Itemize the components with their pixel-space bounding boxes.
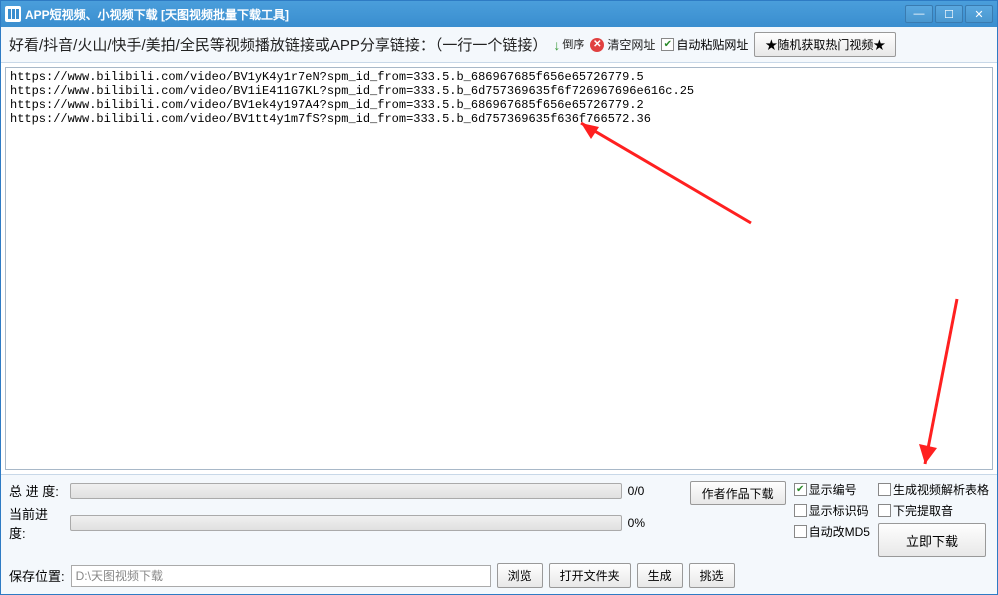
sort-label: 倒序 [562, 40, 584, 50]
gen-parse-table-checkbox[interactable]: 生成视频解析表格 [878, 481, 989, 498]
show-number-checkbox[interactable]: 显示编号 [794, 481, 870, 498]
close-button[interactable]: ✕ [965, 5, 993, 23]
clear-urls-button[interactable]: ✕ 清空网址 [590, 36, 655, 53]
url-textarea[interactable] [5, 67, 993, 470]
titlebar: APP短视频、小视频下载 [天图视频批量下载工具] — ☐ ✕ [1, 1, 997, 27]
checkbox-icon [794, 525, 807, 538]
autopaste-label: 自动粘贴网址 [676, 36, 748, 53]
sort-arrow-icon: ↓ [553, 37, 560, 53]
url-area [1, 63, 997, 474]
download-now-button[interactable]: 立即下载 [878, 523, 986, 557]
savepath-input[interactable] [71, 565, 491, 587]
clear-label: 清空网址 [607, 36, 655, 53]
no-extract-audio-checkbox[interactable]: 下完提取音 [878, 502, 989, 519]
window-controls: — ☐ ✕ [905, 5, 993, 23]
current-progress-label: 当前进度: [9, 504, 64, 542]
open-folder-button[interactable]: 打开文件夹 [549, 563, 631, 588]
checkbox-icon [878, 483, 891, 496]
auto-md5-checkbox[interactable]: 自动改MD5 [794, 523, 870, 540]
checkbox-icon [661, 38, 674, 51]
toolbar: 好看/抖音/火山/快手/美拍/全民等视频播放链接或APP分享链接：（一行一个链接… [1, 27, 997, 63]
checkbox-icon [794, 483, 807, 496]
random-video-button[interactable]: ★随机获取热门视频★ [754, 32, 896, 57]
auto-md5-label: 自动改MD5 [809, 523, 870, 540]
content-area [1, 63, 997, 474]
progress-section: 总 进 度: 0/0 当前进度: 0% [9, 481, 678, 557]
minimize-button[interactable]: — [905, 5, 933, 23]
show-idcode-label: 显示标识码 [809, 502, 869, 519]
show-number-label: 显示编号 [809, 481, 857, 498]
sort-button[interactable]: ↓ 倒序 [553, 37, 584, 53]
bottom-panel: 总 进 度: 0/0 当前进度: 0% 作者作品下载 显示编号 [1, 474, 997, 594]
autopaste-checkbox[interactable]: 自动粘贴网址 [661, 36, 748, 53]
titlebar-title: APP短视频、小视频下载 [天图视频批量下载工具] [25, 6, 905, 23]
current-progress-text: 0% [628, 516, 678, 530]
clear-x-icon: ✕ [590, 38, 604, 52]
total-progress-label: 总 进 度: [9, 481, 64, 500]
no-extract-audio-label: 下完提取音 [893, 502, 953, 519]
generate-button[interactable]: 生成 [637, 563, 683, 588]
savepath-label: 保存位置: [9, 566, 65, 585]
author-works-button[interactable]: 作者作品下载 [690, 481, 786, 505]
toolbar-instruction: 好看/抖音/火山/快手/美拍/全民等视频播放链接或APP分享链接：（一行一个链接… [9, 34, 547, 55]
checkbox-icon [794, 504, 807, 517]
app-icon [5, 6, 21, 22]
app-window: APP短视频、小视频下载 [天图视频批量下载工具] — ☐ ✕ 好看/抖音/火山… [0, 0, 998, 595]
browse-button[interactable]: 浏览 [497, 563, 543, 588]
checkbox-icon [878, 504, 891, 517]
gen-parse-table-label: 生成视频解析表格 [893, 481, 989, 498]
savepath-row: 保存位置: 浏览 打开文件夹 生成 挑选 [9, 563, 989, 588]
pick-button[interactable]: 挑选 [689, 563, 735, 588]
maximize-button[interactable]: ☐ [935, 5, 963, 23]
show-idcode-checkbox[interactable]: 显示标识码 [794, 502, 870, 519]
total-progress-bar [70, 483, 622, 499]
current-progress-bar [70, 515, 622, 531]
total-progress-text: 0/0 [628, 484, 678, 498]
